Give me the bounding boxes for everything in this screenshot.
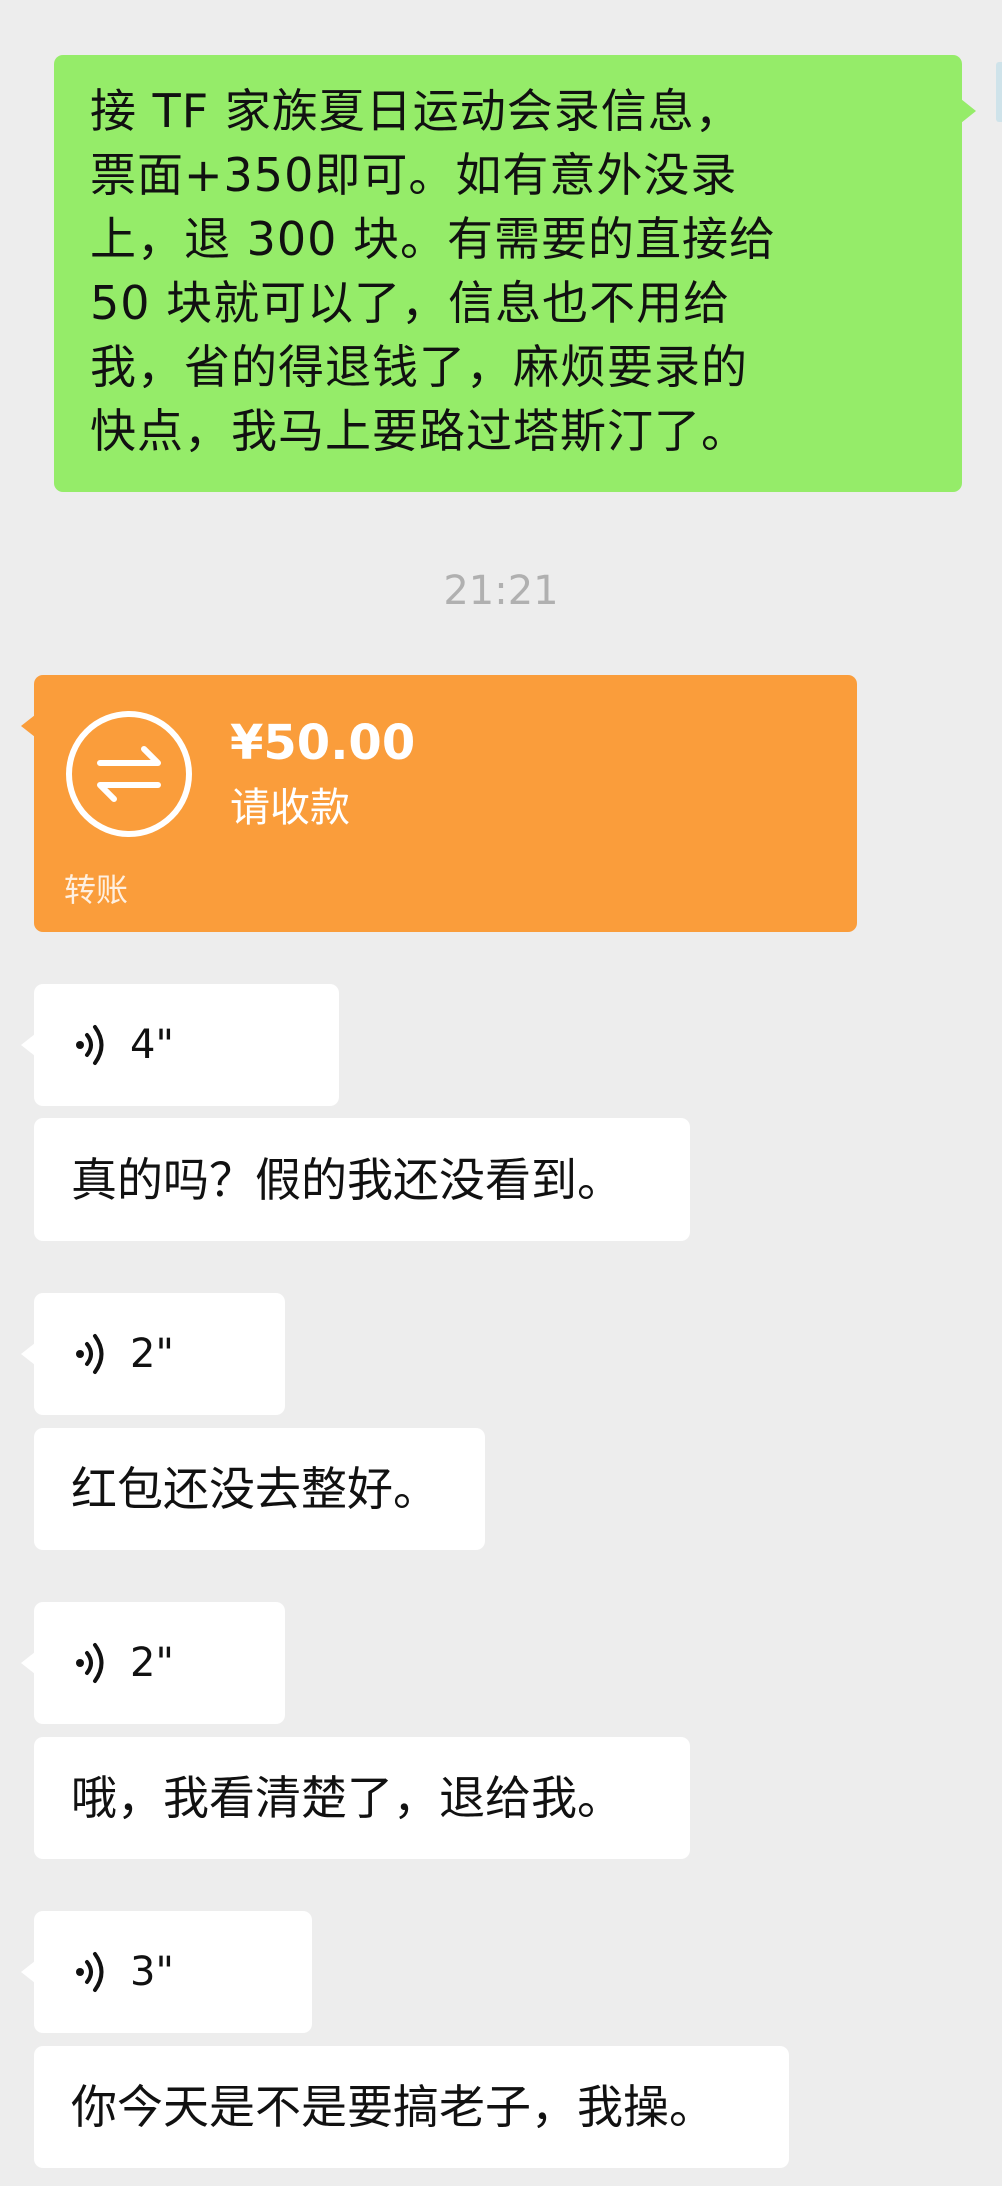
message-text: 哦，我看清楚了，退给我。 xyxy=(71,1771,623,1825)
text-message[interactable]: 你今天是不是要搞老子，我操。 xyxy=(34,2046,789,2168)
voice-duration: 2" xyxy=(130,1640,174,1686)
message-text: 真的吗？假的我还没看到。 xyxy=(71,1152,623,1207)
sent-message-bubble[interactable]: 接 TF 家族夏日运动会录信息，票面+350即可。如有意外没录上，退 300 块… xyxy=(54,55,976,492)
voice-waves-icon xyxy=(76,1334,104,1374)
voice-duration: 4" xyxy=(130,1022,174,1068)
voice-duration: 3" xyxy=(130,1949,174,1995)
voice-waves-icon xyxy=(76,1025,104,1065)
text-message[interactable]: 红包还没去整好。 xyxy=(34,1428,485,1550)
voice-message[interactable]: 4" xyxy=(21,984,339,1106)
voice-message[interactable]: 3" xyxy=(21,1911,312,2033)
voice-waves-icon xyxy=(76,1643,104,1683)
voice-duration: 2" xyxy=(130,1331,174,1377)
transfer-status: 请收款 xyxy=(230,785,350,831)
avatar-edge[interactable] xyxy=(996,62,1002,122)
message-text: 红包还没去整好。 xyxy=(71,1462,439,1516)
voice-waves-icon xyxy=(76,1952,104,1992)
transfer-label: 转账 xyxy=(64,871,129,909)
transfer-arrows-icon xyxy=(66,711,192,837)
text-message[interactable]: 真的吗？假的我还没看到。 xyxy=(34,1118,690,1241)
message-timestamp: 21:21 xyxy=(443,568,559,614)
transfer-amount: ¥50.00 xyxy=(230,715,416,771)
voice-message[interactable]: 2" xyxy=(21,1602,285,1724)
text-message[interactable]: 哦，我看清楚了，退给我。 xyxy=(34,1737,690,1859)
message-text: 你今天是不是要搞老子，我操。 xyxy=(71,2080,715,2134)
sent-message-text: 接 TF 家族夏日运动会录信息，票面+350即可。如有意外没录上，退 300 块… xyxy=(90,84,777,458)
voice-message[interactable]: 2" xyxy=(21,1293,285,1415)
transfer-card[interactable]: ¥50.00 请收款 转账 xyxy=(21,675,857,932)
